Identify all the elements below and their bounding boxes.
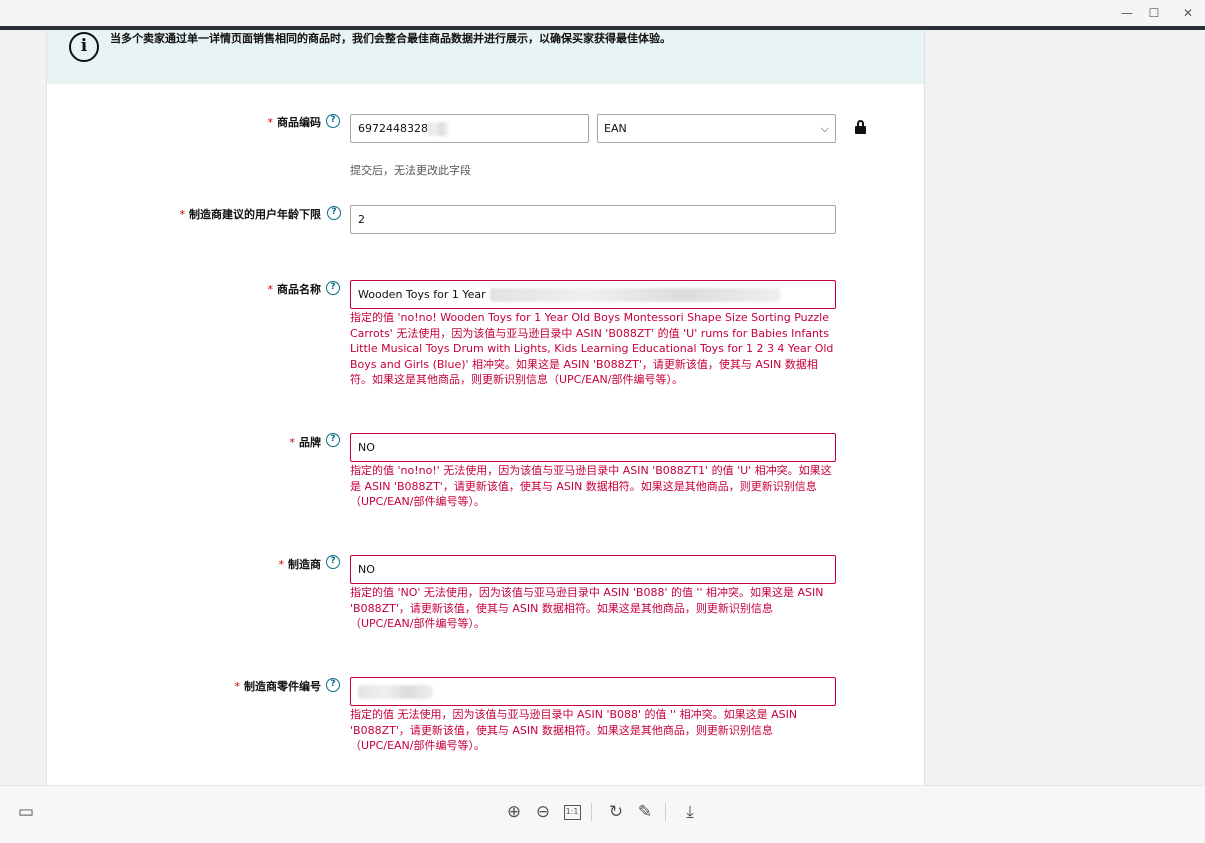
- info-banner: i 当多个卖家通过单一详情页面销售相同的商品时，我们会整合最佳商品数据并进行展示…: [47, 30, 924, 84]
- min-age-label: * 制造商建议的用户年龄下限: [179, 208, 322, 221]
- manufacturer-input[interactable]: NO: [350, 555, 836, 584]
- panel-toggle-icon[interactable]: ▭: [14, 800, 38, 824]
- item-name-error: 指定的值 'no!no! Wooden Toys for 1 Year Old …: [350, 311, 834, 386]
- brand-input[interactable]: NO: [350, 433, 836, 462]
- brand-help-icon[interactable]: ?: [326, 433, 340, 447]
- minimize-button[interactable]: —: [1114, 3, 1140, 23]
- maximize-button[interactable]: ☐: [1141, 3, 1167, 23]
- manufacturer-error: 指定的值 'NO' 无法使用，因为该值与亚马逊目录中 ASIN 'B088' 的…: [350, 586, 824, 630]
- product-id-type-select[interactable]: EAN ⌵: [597, 114, 836, 143]
- image-viewer[interactable]: i 当多个卖家通过单一详情页面销售相同的商品时，我们会整合最佳商品数据并进行展示…: [0, 30, 1205, 785]
- product-id-hint: 提交后，无法更改此字段: [350, 164, 471, 177]
- brand-error: 指定的值 'no!no!' 无法使用，因为该值与亚马逊目录中 ASIN 'B08…: [350, 464, 832, 508]
- min-age-help-icon[interactable]: ?: [327, 206, 341, 220]
- zoom-in-icon[interactable]: ⊕: [502, 800, 526, 824]
- item-name-help-icon[interactable]: ?: [326, 281, 340, 295]
- product-id-input[interactable]: 6972448328: [350, 114, 589, 143]
- item-name-label: * 商品名称: [267, 283, 322, 296]
- chevron-down-icon: ⌵: [820, 122, 829, 135]
- min-age-input[interactable]: 2: [350, 205, 836, 234]
- actual-size-icon[interactable]: 1:1: [560, 800, 584, 824]
- banner-text: 当多个卖家通过单一详情页面销售相同的商品时，我们会整合最佳商品数据并进行展示，以…: [110, 32, 671, 45]
- item-name-input[interactable]: Wooden Toys for 1 Year: [350, 280, 836, 309]
- part-number-help-icon[interactable]: ?: [326, 678, 340, 692]
- rotate-icon[interactable]: ↻: [604, 800, 628, 824]
- viewer-toolbar: ▭ ⊕ ⊖ 1:1 ↻ ✎ ⤓: [0, 785, 1205, 843]
- lock-icon: [855, 120, 866, 134]
- part-number-error: 指定的值 无法使用，因为该值与亚马逊目录中 ASIN 'B088' 的值 '' …: [350, 708, 798, 752]
- download-icon[interactable]: ⤓: [678, 800, 702, 824]
- brand-label: * 品牌: [289, 436, 322, 449]
- form-page: i 当多个卖家通过单一详情页面销售相同的商品时，我们会整合最佳商品数据并进行展示…: [46, 30, 925, 785]
- info-icon: i: [69, 32, 99, 62]
- product-id-help-icon[interactable]: ?: [326, 114, 340, 128]
- manufacturer-help-icon[interactable]: ?: [326, 555, 340, 569]
- product-id-label: * 商品编码: [267, 116, 322, 129]
- part-number-input[interactable]: [350, 677, 836, 706]
- part-number-label: * 制造商零件编号: [234, 680, 322, 693]
- close-button[interactable]: ✕: [1175, 3, 1201, 23]
- manufacturer-label: * 制造商: [278, 558, 322, 571]
- toolbar-divider: [591, 803, 592, 821]
- window-titlebar: — ☐ ✕: [0, 0, 1205, 26]
- zoom-out-icon[interactable]: ⊖: [531, 800, 555, 824]
- edit-icon[interactable]: ✎: [633, 800, 657, 824]
- toolbar-divider: [665, 803, 666, 821]
